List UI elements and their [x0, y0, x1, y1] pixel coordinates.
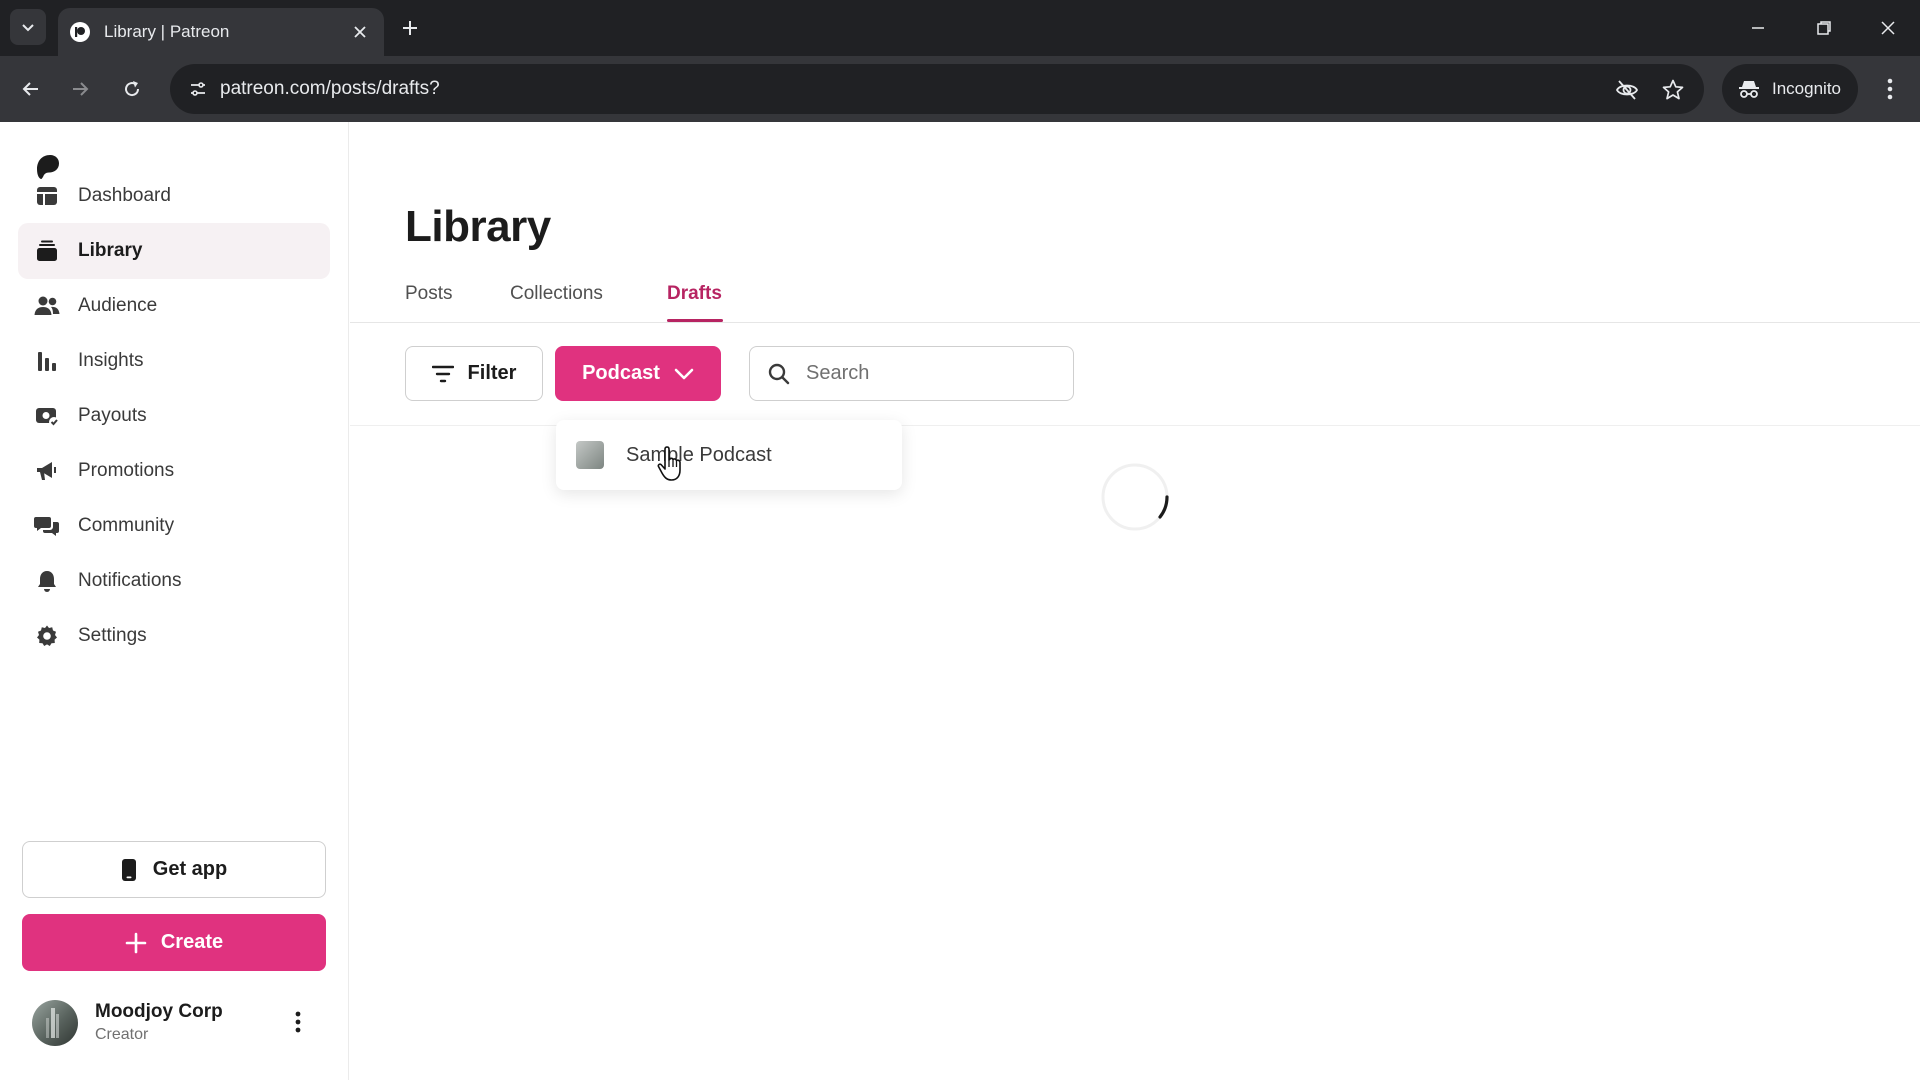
podcast-label: Podcast [582, 362, 660, 384]
promotions-icon [34, 458, 60, 484]
user-role: Creator [95, 1026, 149, 1043]
plus-icon [125, 932, 147, 953]
phone-icon [121, 858, 136, 881]
create-label: Create [160, 931, 224, 953]
sidebar-item-community[interactable]: Community [18, 498, 330, 554]
sidebar-item-library[interactable]: Library [18, 223, 330, 279]
tab-posts[interactable]: Posts [405, 283, 453, 305]
settings-icon [34, 623, 60, 649]
get-app-label: Get app [152, 858, 228, 880]
incognito-icon [1739, 81, 1759, 98]
create-button[interactable]: Create [22, 914, 326, 971]
podcast-dropdown-menu: Sample Podcast [556, 420, 902, 490]
more-options-icon[interactable] [288, 1007, 308, 1037]
search-icon [768, 363, 790, 384]
tab-collections[interactable]: Collections [510, 283, 603, 305]
sidebar-item-insights[interactable]: Insights [18, 333, 330, 389]
sidebar-item-label: Dashboard [78, 185, 171, 206]
hand-pointer-cursor-icon [657, 446, 681, 481]
sidebar-item-label: Library [78, 240, 143, 261]
avatar [32, 1000, 78, 1046]
patreon-favicon-icon [70, 22, 90, 42]
reload-icon[interactable] [115, 72, 149, 106]
browser-menu-icon[interactable] [1876, 74, 1904, 104]
url-text[interactable]: patreon.com/posts/drafts? [220, 78, 440, 100]
eye-off-icon[interactable] [1614, 77, 1640, 103]
sidebar-item-label: Promotions [78, 460, 175, 481]
minimize-icon[interactable] [1738, 10, 1778, 46]
sidebar-item-dashboard[interactable]: Dashboard [18, 168, 330, 224]
browser-tab[interactable]: Library | Patreon [58, 8, 384, 56]
incognito-label: Incognito [1772, 79, 1841, 98]
sidebar-item-label: Audience [78, 295, 158, 316]
community-icon [34, 513, 60, 539]
address-bar: patreon.com/posts/drafts? Incognito [0, 56, 1920, 122]
sidebar-item-notifications[interactable]: Notifications [18, 553, 330, 609]
podcast-dropdown-button[interactable]: Podcast [555, 346, 721, 401]
forward-icon[interactable] [63, 72, 97, 106]
user-profile[interactable]: Moodjoy Corp Creator [32, 997, 332, 1049]
tab-search-button[interactable] [10, 9, 46, 45]
sidebar-item-audience[interactable]: Audience [18, 278, 330, 334]
incognito-indicator[interactable]: Incognito [1722, 64, 1858, 114]
insights-icon [34, 348, 60, 374]
library-icon [34, 238, 60, 264]
payouts-icon [34, 403, 60, 429]
podcast-thumbnail [576, 441, 604, 469]
browser-tab-bar: Library | Patreon [0, 0, 1920, 56]
tabs-divider [350, 322, 1920, 323]
sidebar: Dashboard Library Audience Insights Payo… [0, 122, 349, 1080]
search-input[interactable] [806, 362, 1046, 385]
filter-button[interactable]: Filter [405, 346, 543, 401]
back-icon[interactable] [14, 72, 48, 106]
user-name: Moodjoy Corp [95, 1001, 223, 1022]
sidebar-item-promotions[interactable]: Promotions [18, 443, 330, 499]
audience-icon [34, 293, 60, 319]
restore-icon[interactable] [1804, 10, 1844, 46]
filter-icon [431, 365, 454, 382]
chevron-down-icon [674, 368, 694, 379]
loading-spinner-icon [1101, 463, 1169, 531]
bookmark-star-icon[interactable] [1660, 77, 1686, 103]
sidebar-item-label: Payouts [78, 405, 147, 426]
sidebar-item-label: Notifications [78, 570, 182, 591]
search-field[interactable] [749, 346, 1074, 401]
close-tab-icon[interactable] [348, 20, 372, 44]
omnibox[interactable]: patreon.com/posts/drafts? [170, 64, 1704, 114]
new-tab-icon[interactable] [396, 14, 424, 42]
sidebar-item-payouts[interactable]: Payouts [18, 388, 330, 444]
notifications-icon [34, 568, 60, 594]
dashboard-icon [34, 183, 60, 209]
tab-drafts[interactable]: Drafts [667, 283, 722, 305]
tab-title: Library | Patreon [104, 22, 230, 41]
sidebar-item-label: Settings [78, 625, 147, 646]
chevron-down-icon [22, 24, 34, 32]
dropdown-item-sample-podcast[interactable]: Sample Podcast [626, 444, 772, 467]
close-window-icon[interactable] [1868, 10, 1908, 46]
page-title: Library [405, 202, 551, 251]
get-app-button[interactable]: Get app [22, 841, 326, 898]
sidebar-item-label: Community [78, 515, 175, 536]
filter-label: Filter [467, 362, 517, 384]
site-info-icon[interactable] [184, 75, 212, 103]
sidebar-item-settings[interactable]: Settings [18, 608, 330, 664]
sidebar-item-label: Insights [78, 350, 144, 371]
